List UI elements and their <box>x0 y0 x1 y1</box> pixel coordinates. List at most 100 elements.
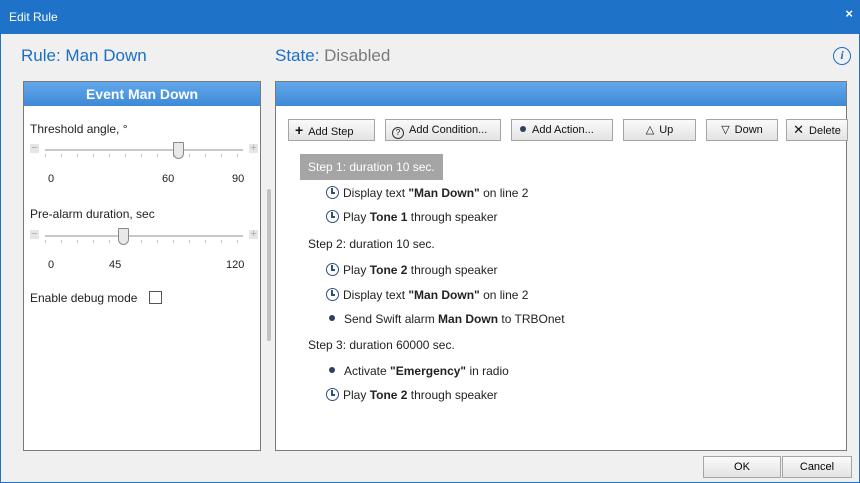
item-text: to TRBOnet <box>498 312 565 326</box>
item-text: on line 2 <box>479 288 529 302</box>
debug-mode-row: Enable debug mode <box>30 291 162 305</box>
prealarm-max: 120 <box>226 259 245 271</box>
minus-icon[interactable]: − <box>30 143 39 154</box>
item-text: through speaker <box>407 210 498 224</box>
item-highlight: Tone 2 <box>369 263 408 277</box>
item-text: Play <box>343 263 370 277</box>
item-text: Display text <box>343 288 409 302</box>
triangle-up-icon: △ <box>645 124 655 136</box>
add-condition-label: Add Condition... <box>409 124 488 136</box>
clock-icon <box>326 186 339 199</box>
slider-thumb[interactable] <box>118 228 129 245</box>
event-panel-title: Event Man Down <box>24 82 260 106</box>
window-title: Edit Rule <box>9 10 58 24</box>
debug-mode-checkbox[interactable] <box>148 291 162 304</box>
item-text: Send Swift alarm <box>344 312 439 326</box>
minus-icon[interactable]: − <box>30 229 39 240</box>
steps-panel: + Add Step ? Add Condition... Add Action..… <box>275 81 848 451</box>
clock-icon <box>326 263 339 276</box>
add-step-button[interactable]: + Add Step <box>288 119 375 141</box>
clock-icon: ? <box>392 127 404 139</box>
close-icon[interactable]: × <box>845 6 853 21</box>
step-header[interactable]: Step 2: duration 10 sec. <box>308 237 435 251</box>
item-text: Activate <box>344 364 391 378</box>
prealarm-min: 0 <box>48 259 55 271</box>
threshold-angle-slider[interactable]: − + <box>30 141 258 159</box>
bullet-icon <box>329 367 335 373</box>
delete-button[interactable]: ✕ Delete <box>786 119 848 141</box>
slider-track[interactable] <box>45 149 243 151</box>
state-value: Disabled <box>324 46 391 65</box>
up-label: Up <box>659 124 674 136</box>
step-action-item[interactable]: Display text "Man Down" on line 2 <box>326 288 528 302</box>
item-text: on line 2 <box>479 186 529 200</box>
ok-button[interactable]: OK <box>703 456 781 478</box>
slider-ticks <box>45 240 243 243</box>
prealarm-duration-slider[interactable]: − + <box>30 227 258 245</box>
step-duration: duration 10 sec. <box>349 237 435 251</box>
step-header[interactable]: Step 1: duration 10 sec. <box>300 154 443 180</box>
rule-state: State: Disabled <box>275 46 390 66</box>
clock-icon <box>326 210 339 223</box>
rule-title: Rule: Man Down <box>21 46 147 66</box>
state-prefix: State: <box>275 46 320 65</box>
prealarm-duration-label: Pre-alarm duration, sec <box>30 207 155 221</box>
debug-mode-label: Enable debug mode <box>30 291 138 305</box>
cancel-button[interactable]: Cancel <box>782 456 852 478</box>
prealarm-mid: 45 <box>109 259 122 271</box>
clock-icon <box>326 388 339 401</box>
step-label: Step 2: <box>308 237 347 251</box>
slider-thumb[interactable] <box>173 142 184 159</box>
item-text: Play <box>343 388 370 402</box>
step-action-item[interactable]: Display text "Man Down" on line 2 <box>326 186 528 200</box>
edit-rule-dialog: Edit Rule × Rule: Man Down State: Disabl… <box>0 0 860 483</box>
item-highlight: Tone 2 <box>369 388 408 402</box>
threshold-mid: 60 <box>162 173 175 185</box>
steps-panel-header <box>276 82 846 106</box>
down-button[interactable]: ▽ Down <box>706 119 778 141</box>
item-text: in radio <box>466 364 509 378</box>
threshold-max: 90 <box>232 173 245 185</box>
item-highlight: "Man Down" <box>408 288 480 302</box>
info-icon[interactable]: i <box>833 47 851 65</box>
down-label: Down <box>734 124 763 136</box>
bullet-icon <box>520 126 526 132</box>
plus-icon: + <box>295 122 304 138</box>
up-button[interactable]: △ Up <box>623 119 696 141</box>
item-text: through speaker <box>407 388 498 402</box>
step-header[interactable]: Step 3: duration 60000 sec. <box>308 338 455 352</box>
add-action-button[interactable]: Add Action... <box>511 119 613 141</box>
step-action-item[interactable]: Send Swift alarm Man Down to TRBOnet <box>326 312 565 326</box>
add-condition-button[interactable]: ? Add Condition... <box>385 119 501 141</box>
panel-splitter[interactable] <box>267 189 271 341</box>
rule-prefix: Rule: <box>21 46 61 65</box>
item-highlight: "Emergency" <box>390 364 467 378</box>
item-highlight: Tone 1 <box>369 210 408 224</box>
step-duration: duration 60000 sec. <box>349 338 455 352</box>
slider-track[interactable] <box>45 235 243 237</box>
item-text: Display text <box>343 186 409 200</box>
step-action-item[interactable]: Play Tone 2 through speaker <box>326 388 498 402</box>
item-highlight: Man Down <box>438 312 499 326</box>
threshold-min: 0 <box>48 173 55 185</box>
rule-name: Man Down <box>65 46 147 65</box>
add-action-label: Add Action... <box>532 124 594 136</box>
plus-icon[interactable]: + <box>249 229 258 240</box>
step-duration: duration 10 sec. <box>349 160 435 174</box>
step-action-item[interactable]: Play Tone 1 through speaker <box>326 210 498 224</box>
rule-header: Rule: Man Down State: Disabled i <box>9 41 853 71</box>
item-text: through speaker <box>407 263 498 277</box>
title-bar: Edit Rule × <box>1 1 859 34</box>
plus-icon[interactable]: + <box>249 143 258 154</box>
step-label: Step 1: <box>308 160 347 174</box>
step-action-item[interactable]: Play Tone 2 through speaker <box>326 263 498 277</box>
item-highlight: "Man Down" <box>408 186 480 200</box>
item-text: Play <box>343 210 370 224</box>
clock-icon <box>326 288 339 301</box>
x-icon: ✕ <box>793 122 805 137</box>
delete-label: Delete <box>809 125 841 137</box>
slider-ticks <box>45 154 243 157</box>
step-action-item[interactable]: Activate "Emergency" in radio <box>326 364 509 378</box>
threshold-angle-label: Threshold angle, ° <box>30 122 128 136</box>
add-step-label: Add Step <box>308 126 354 138</box>
